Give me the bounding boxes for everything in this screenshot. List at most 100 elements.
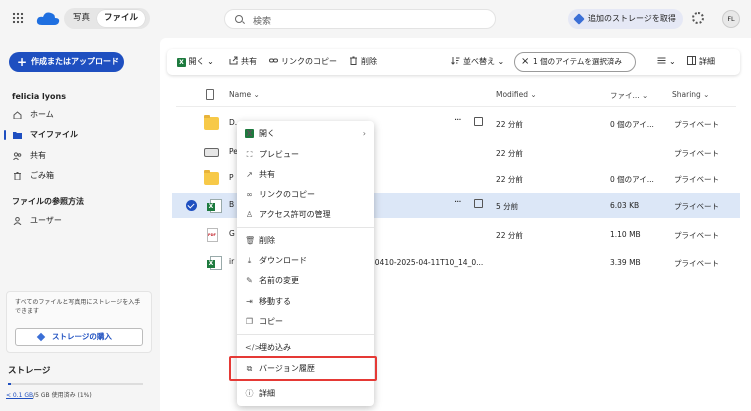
trash-icon: [14, 172, 21, 180]
sidebar-item-trash[interactable]: ごみ箱: [0, 167, 160, 185]
menu-item-open[interactable]: X 開く ›: [237, 124, 374, 143]
sidebar-item-shared[interactable]: 共有: [0, 147, 160, 165]
sidebar-item-label: マイファイル: [30, 130, 78, 139]
promo-text: すべてのファイルと写真用にストレージを入手できます: [15, 299, 141, 315]
tab-photos[interactable]: 写真: [66, 10, 97, 27]
search-box[interactable]: 検索: [224, 9, 496, 29]
highlight-box: [229, 356, 377, 381]
row-name[interactable]: B: [229, 200, 234, 209]
checkbox-checked-icon[interactable]: [186, 200, 197, 211]
menu-item-label: プレビュー: [259, 150, 299, 159]
row-sharing: プライベート: [674, 175, 719, 184]
create-upload-label: 作成またはアップロード: [31, 57, 119, 66]
folder-icon: [204, 115, 219, 130]
link-icon: [269, 58, 278, 63]
copy-link-button[interactable]: リンクのコピー: [269, 49, 337, 75]
trash-icon: [350, 56, 357, 65]
selection-pill[interactable]: × 1 個のアイテムを選択済み: [514, 52, 636, 72]
sidebar-item-home[interactable]: ホーム: [0, 106, 160, 124]
details-button[interactable]: 詳細: [687, 49, 715, 75]
sidebar-item-my-files[interactable]: マイファイル: [0, 126, 160, 144]
search-placeholder: 検索: [253, 17, 272, 27]
menu-item-share[interactable]: ↗ 共有: [237, 165, 374, 184]
column-name[interactable]: Name ⌄: [229, 90, 260, 99]
row-name[interactable]: P: [229, 173, 234, 182]
row-sharing: プライベート: [674, 202, 719, 211]
code-icon: </>: [245, 343, 262, 352]
sidebar-item-label: ごみ箱: [30, 171, 54, 180]
menu-item-delete[interactable]: 🗑 削除: [237, 231, 374, 250]
menu-item-copy-link[interactable]: ∞ リンクのコピー: [237, 185, 374, 204]
link-icon: ∞: [246, 190, 253, 199]
sort-icon: [451, 57, 460, 65]
excel-file-icon: [207, 199, 222, 213]
get-storage-button[interactable]: 追加のストレージを取得: [568, 9, 683, 29]
create-upload-button[interactable]: + 作成またはアップロード: [9, 52, 124, 72]
person-icon: ♙: [245, 210, 254, 219]
menu-item-copy[interactable]: ❐ コピー: [237, 312, 374, 331]
column-size[interactable]: ファイ... ⌄: [610, 90, 648, 101]
close-icon[interactable]: ×: [521, 53, 529, 71]
row-sharing: プライベート: [674, 149, 719, 158]
menu-item-preview[interactable]: ⛶ プレビュー: [237, 145, 374, 164]
row-modified: 22 分前: [496, 175, 523, 184]
row-modified: 22 分前: [496, 120, 523, 129]
menu-divider: [237, 334, 374, 335]
row-size: 0 個のアイ...: [610, 175, 654, 184]
delete-button[interactable]: 削除: [349, 49, 377, 75]
sidebar-item-people[interactable]: ユーザー: [0, 212, 160, 230]
row-sharing: プライベート: [674, 259, 719, 268]
menu-item-rename[interactable]: ✎ 名前の変更: [237, 271, 374, 290]
diamond-icon: [36, 332, 46, 342]
column-sharing[interactable]: Sharing ⌄: [672, 90, 709, 99]
storage-total: /5 GB 使用済み (1%): [33, 392, 92, 399]
open-button[interactable]: X 開く ⌄: [177, 49, 214, 75]
excel-icon: X: [245, 129, 254, 138]
menu-item-move[interactable]: ⇥ 移動する: [237, 292, 374, 311]
more-actions-icon[interactable]: ···: [454, 197, 461, 208]
buy-storage-button[interactable]: ストレージの購入: [15, 328, 143, 346]
menu-item-label: 共有: [259, 170, 275, 179]
menu-item-details[interactable]: ⓘ 詳細: [237, 384, 374, 403]
share-button[interactable]: 共有: [229, 49, 257, 75]
more-actions-icon[interactable]: ···: [454, 115, 461, 126]
buy-storage-label: ストレージの購入: [52, 332, 112, 341]
sidebar-item-label: ユーザー: [30, 216, 62, 225]
menu-item-label: 名前の変更: [259, 276, 299, 285]
storage-used-link[interactable]: < 0.1 GB: [6, 392, 33, 399]
row-size: 0 個のアイ...: [610, 120, 654, 129]
app-launcher-icon[interactable]: [12, 12, 24, 24]
menu-item-embed[interactable]: </> 埋め込み: [237, 338, 374, 357]
storage-heading: ストレージ: [8, 366, 51, 376]
copy-icon: ❐: [245, 317, 254, 326]
person-icon: [13, 217, 22, 225]
move-icon: ⇥: [246, 297, 253, 306]
row-modified: 22 分前: [496, 149, 523, 158]
command-bar: X 開く ⌄ 共有 リンクのコピー 削除 並べ替え ⌄ ⌄ 詳細: [167, 49, 740, 75]
avatar[interactable]: FL: [722, 10, 740, 28]
plus-icon: +: [17, 55, 28, 69]
search-icon: [235, 15, 243, 23]
people-icon: [13, 152, 22, 160]
row-name[interactable]: ir: [229, 257, 234, 266]
row-name[interactable]: G: [229, 229, 235, 238]
menu-item-manage-access[interactable]: ♙ アクセス許可の管理: [237, 205, 374, 224]
sort-button[interactable]: 並べ替え ⌄: [451, 49, 504, 75]
row-size: 3.39 MB: [610, 258, 641, 267]
share-icon[interactable]: [474, 117, 483, 126]
column-modified[interactable]: Modified ⌄: [496, 90, 537, 99]
menu-item-label: アクセス許可の管理: [259, 210, 331, 219]
gear-icon[interactable]: [692, 12, 704, 24]
menu-item-label: 埋め込み: [259, 343, 291, 352]
menu-item-label: コピー: [259, 317, 283, 326]
share-icon[interactable]: [474, 199, 483, 208]
tab-files[interactable]: ファイル: [97, 10, 146, 27]
get-storage-label: 追加のストレージを取得: [588, 14, 676, 23]
menu-item-label: リンクのコピー: [259, 190, 315, 199]
row-size: 6.03 KB: [610, 201, 640, 210]
menu-item-label: 移動する: [259, 297, 291, 306]
preview-icon: ⛶: [246, 150, 253, 159]
view-options-button[interactable]: ⌄: [657, 49, 676, 75]
share-icon: [229, 56, 238, 65]
menu-item-download[interactable]: ⤓ ダウンロード: [237, 251, 374, 270]
